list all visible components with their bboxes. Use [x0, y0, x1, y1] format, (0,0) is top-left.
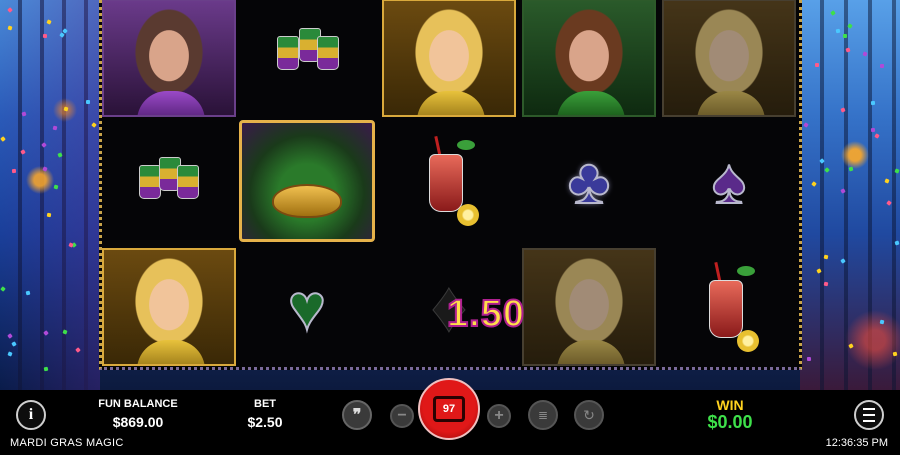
symbol-lady-gold-dim [661, 0, 797, 118]
autoplay-button[interactable]: ❞ [342, 400, 372, 430]
turbo-button[interactable]: ↻ [574, 400, 604, 430]
bet-label: BET [254, 398, 276, 410]
game-title: MARDI GRAS MAGIC [10, 437, 124, 449]
symbol-heart: ♥ [239, 247, 375, 367]
reels-area: ♣ ♠ ♥ ♦ 1.50 [99, 0, 802, 370]
spin-counter: 97 [433, 396, 465, 422]
confetti-piece [85, 100, 91, 105]
minus-icon: − [397, 407, 407, 424]
confetti-piece [46, 212, 52, 218]
symbol-cocktail [381, 121, 517, 241]
clock: 12:36:35 PM [825, 437, 888, 449]
cocktail-icon [699, 261, 759, 352]
spin-button[interactable]: 97 [418, 378, 480, 440]
bottom-bar: i FUN BALANCE $869.00 BET $2.50 ❞ − 97 +… [0, 378, 900, 455]
win-amount-overlay: 1.50 [446, 292, 525, 336]
confetti-piece [814, 62, 819, 67]
win-value: $0.00 [707, 412, 753, 432]
symbol-lady-purple [101, 0, 237, 118]
bet-decrease-button[interactable]: − [390, 404, 414, 428]
plus-icon: + [494, 407, 504, 424]
symbol-cocktail [661, 247, 797, 367]
bet-value: $2.50 [247, 414, 283, 430]
info-icon: i [28, 406, 34, 423]
menu-button[interactable] [854, 400, 884, 430]
spade-icon: ♠ [711, 145, 747, 217]
symbol-lady-gold [381, 0, 517, 118]
balance-value: $869.00 [112, 414, 164, 430]
club-icon: ♣ [567, 145, 611, 217]
confetti-piece [806, 356, 811, 361]
stack-button[interactable]: ≣ [528, 400, 558, 430]
symbol-club: ♣ [521, 121, 657, 241]
cocktail-icon [419, 135, 479, 226]
balance-label: FUN BALANCE [98, 398, 178, 410]
symbol-lady-gold [101, 247, 237, 367]
autoplay-icon: ❞ [352, 407, 362, 424]
confetti-piece [879, 63, 885, 69]
confetti-piece [11, 168, 16, 173]
coins-stack-icon: ≣ [537, 408, 549, 422]
refresh-icon: ↻ [583, 406, 595, 423]
symbol-lady-gold-dim [521, 247, 657, 367]
left-street-scene [0, 0, 100, 390]
info-button[interactable]: i [16, 400, 46, 430]
confetti-piece [848, 166, 854, 172]
symbol-drink-cups [239, 0, 375, 118]
symbol-lady-green [521, 0, 657, 118]
symbol-drink-cups [101, 121, 237, 241]
win-label: WIN [716, 397, 744, 413]
symbol-spade: ♠ [661, 121, 797, 241]
confetti-piece [19, 148, 26, 155]
confetti-piece [43, 34, 48, 39]
confetti-piece [52, 125, 57, 130]
mask-face-icon [272, 184, 342, 218]
right-street-scene [800, 0, 900, 390]
bet-increase-button[interactable]: + [487, 404, 511, 428]
confetti-piece [843, 33, 848, 39]
symbol-mask-wild [239, 120, 375, 242]
hamburger-icon [863, 406, 875, 424]
heart-icon: ♥ [287, 271, 327, 343]
